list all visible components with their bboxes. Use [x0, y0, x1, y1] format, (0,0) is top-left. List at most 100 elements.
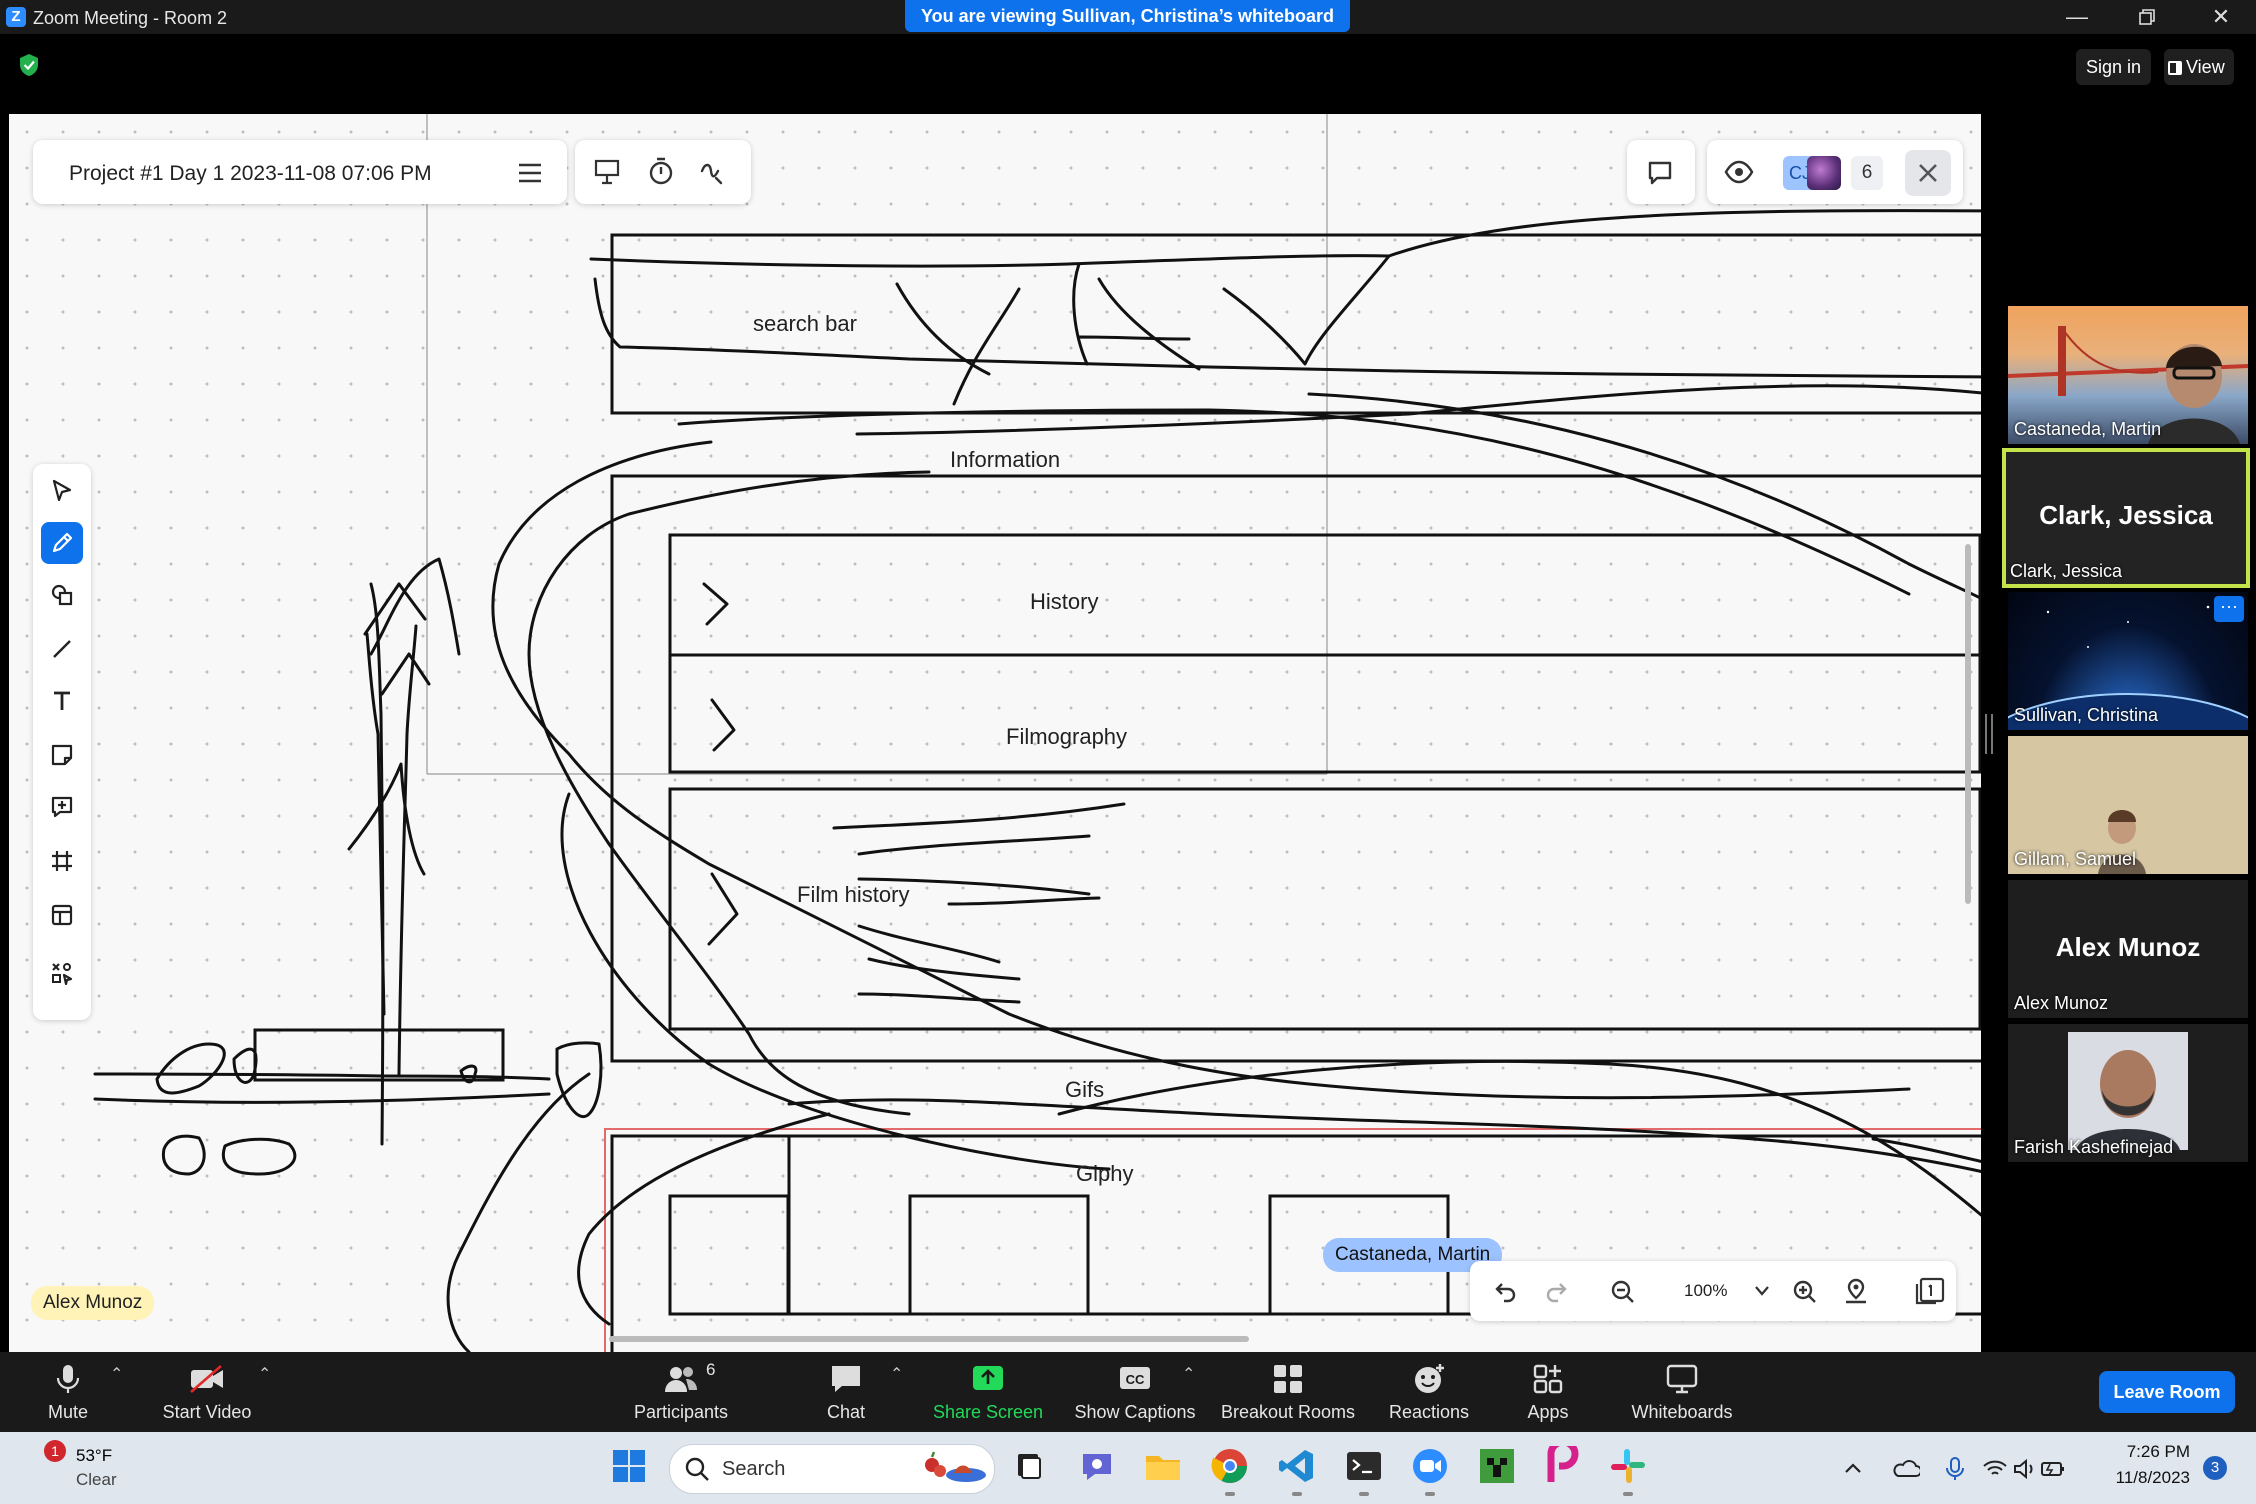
more-tools[interactable]	[41, 952, 83, 994]
weather-widget[interactable]: 1 53°F Clear	[22, 1440, 142, 1496]
show-captions-button[interactable]: CC Show Captions	[1070, 1352, 1200, 1432]
task-view-icon[interactable]	[1010, 1446, 1050, 1486]
terminal-icon[interactable]	[1344, 1446, 1384, 1486]
participant-tile[interactable]: Farish Kashefinejad	[2008, 1024, 2248, 1162]
comment-tool[interactable]	[41, 786, 83, 828]
teams-chat-icon[interactable]	[1077, 1446, 1117, 1486]
page-navigator-icon[interactable]	[1914, 1277, 1946, 1307]
mute-button[interactable]: Mute	[28, 1352, 108, 1432]
participant-tile[interactable]: Alex Munoz Alex Munoz	[2008, 880, 2248, 1018]
pen-tool[interactable]	[41, 522, 83, 564]
chat-options-caret[interactable]: ⌃	[890, 1364, 903, 1384]
vertical-scrollbar[interactable]	[1965, 544, 1971, 904]
minecraft-icon[interactable]	[1477, 1446, 1517, 1486]
label-gifs: Gifs	[1065, 1077, 1104, 1102]
notification-badge[interactable]: 3	[2203, 1456, 2227, 1480]
collaborator-count[interactable]: 6	[1851, 156, 1883, 190]
search-highlight-icon	[925, 1451, 986, 1482]
leave-room-button[interactable]: Leave Room	[2099, 1371, 2235, 1413]
project-title[interactable]: Project #1 Day 1 2023-11-08 07:06 PM	[69, 162, 432, 186]
apps-button[interactable]: Apps	[1508, 1352, 1588, 1432]
running-indicator	[1359, 1492, 1369, 1496]
whiteboards-button[interactable]: Whiteboards	[1624, 1352, 1740, 1432]
zoom-level[interactable]: 100%	[1684, 1281, 1727, 1301]
taskbar-search-box[interactable]: Search	[669, 1444, 995, 1494]
shapes-tool[interactable]	[41, 574, 83, 616]
horizontal-scrollbar[interactable]	[609, 1336, 1249, 1342]
microphone-icon	[56, 1365, 80, 1393]
left-toolbar	[33, 464, 91, 1020]
frame-tool[interactable]	[41, 840, 83, 882]
captions-options-caret[interactable]: ⌃	[1182, 1364, 1195, 1384]
slack-icon[interactable]	[1608, 1446, 1648, 1486]
file-explorer-icon[interactable]	[1143, 1446, 1183, 1486]
sign-in-button[interactable]: Sign in	[2076, 49, 2152, 85]
view-button[interactable]: View	[2164, 49, 2234, 85]
participants-count: 6	[706, 1360, 716, 1379]
reactions-button[interactable]: Reactions	[1384, 1352, 1474, 1432]
close-whiteboard-button[interactable]	[1905, 150, 1951, 196]
participant-tile[interactable]: ··· Sullivan, Christina	[2008, 592, 2248, 730]
template-icon	[51, 904, 73, 926]
video-off-icon	[190, 1365, 223, 1393]
audio-options-caret[interactable]: ⌃	[110, 1364, 123, 1384]
sticky-note-icon	[51, 744, 73, 766]
laser-pointer-icon[interactable]	[699, 158, 727, 186]
clock[interactable]: 7:26 PM 11/8/2023	[2090, 1442, 2190, 1488]
wifi-icon[interactable]	[1982, 1458, 2008, 1480]
participants-label: Participants	[633, 1402, 729, 1422]
line-tool[interactable]	[41, 628, 83, 670]
volume-icon[interactable]	[2012, 1458, 2038, 1480]
minimize-icon[interactable]: —	[2052, 3, 2102, 31]
locate-icon[interactable]	[1842, 1277, 1870, 1305]
show-captions-label: Show Captions	[1074, 1402, 1196, 1422]
participant-tile[interactable]: Gillam, Samuel	[2008, 736, 2248, 874]
show-hidden-icons-icon[interactable]	[1842, 1458, 1864, 1480]
picsart-icon[interactable]	[1543, 1446, 1583, 1486]
timer-icon[interactable]	[647, 156, 675, 186]
more-options-button[interactable]: ···	[2214, 596, 2244, 622]
sticky-note-tool[interactable]	[41, 734, 83, 776]
vscode-icon[interactable]	[1277, 1446, 1317, 1486]
gallery-resize-handle[interactable]	[1985, 714, 1993, 754]
encryption-shield-icon[interactable]	[18, 53, 40, 77]
start-video-button[interactable]: Start Video	[152, 1352, 262, 1432]
collaborator-avatar-photo[interactable]	[1807, 156, 1841, 190]
template-tool[interactable]	[41, 894, 83, 936]
running-indicator	[1225, 1492, 1235, 1496]
present-icon[interactable]	[593, 158, 621, 186]
redo-icon[interactable]	[1544, 1279, 1568, 1303]
participants-button[interactable]: 6 Participants	[624, 1352, 738, 1432]
clock-time: 7:26 PM	[2126, 1442, 2190, 1461]
undo-icon[interactable]	[1494, 1279, 1518, 1303]
breakout-rooms-button[interactable]: Breakout Rooms	[1218, 1352, 1358, 1432]
text-tool[interactable]	[41, 680, 83, 722]
share-screen-button[interactable]: Share Screen	[928, 1352, 1048, 1432]
video-options-caret[interactable]: ⌃	[258, 1364, 271, 1384]
chevron-down-icon[interactable]	[1754, 1285, 1770, 1297]
restore-icon[interactable]	[2122, 3, 2172, 31]
windows-start-icon[interactable]	[609, 1446, 649, 1486]
search-placeholder: Search	[722, 1458, 786, 1480]
viewing-banner[interactable]: You are viewing Sullivan, Christina’s wh…	[905, 0, 1350, 32]
chrome-icon[interactable]	[1210, 1446, 1250, 1486]
participant-name: Farish Kashefinejad	[2014, 1137, 2174, 1157]
whiteboard-canvas[interactable]: search bar Information History Filmograp…	[9, 114, 1981, 1352]
view-grid-icon	[2168, 61, 2182, 75]
add-comment-icon	[51, 796, 73, 818]
onedrive-icon[interactable]	[1892, 1458, 1920, 1480]
chat-button[interactable]: Chat	[808, 1352, 884, 1432]
user-cursor-tag: Alex Munoz	[31, 1286, 155, 1320]
zoom-in-icon[interactable]	[1792, 1279, 1818, 1305]
close-icon[interactable]: ✕	[2196, 3, 2246, 31]
participant-tile-active-speaker[interactable]: Clark, Jessica Clark, Jessica	[2002, 448, 2250, 588]
participant-tile[interactable]: Castaneda, Martin	[2008, 306, 2248, 444]
microphone-tray-icon[interactable]	[1944, 1456, 1966, 1482]
select-tool[interactable]	[41, 470, 83, 512]
zoom-out-icon[interactable]	[1610, 1279, 1636, 1305]
zoom-app-icon[interactable]	[1410, 1446, 1450, 1486]
menu-icon[interactable]	[517, 162, 543, 184]
follow-view-icon[interactable]	[1723, 156, 1755, 188]
comment-icon[interactable]	[1647, 160, 1675, 188]
battery-icon[interactable]	[2040, 1458, 2066, 1480]
